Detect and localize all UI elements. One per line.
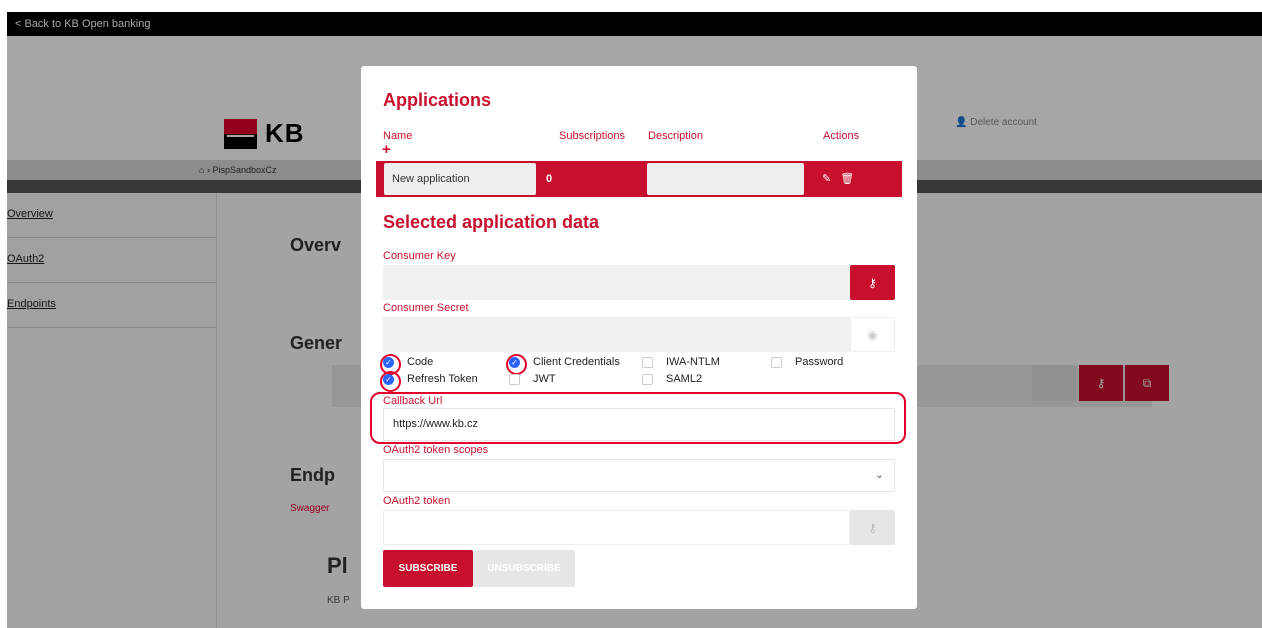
token-scopes-select[interactable]: ⌄ (383, 459, 895, 492)
modal-title: Applications (383, 90, 492, 110)
trash-icon[interactable]: 🗑 (840, 173, 854, 185)
show-secret-button[interactable]: ◉ (850, 317, 895, 352)
column-subscriptions: Subscriptions (559, 130, 626, 142)
subscribe-button[interactable]: SUBSCRIBE (383, 550, 473, 587)
consumer-secret-label: Consumer Secret (383, 302, 469, 314)
grant-code-checkbox[interactable]: ✓ Code (380, 353, 433, 375)
oauth2-token-label: OAuth2 token (383, 495, 451, 507)
checkbox-icon (642, 373, 653, 385)
checkbox-icon (509, 373, 520, 385)
consumer-key-label: Consumer Key (383, 250, 456, 262)
grant-client-credentials-checkbox[interactable]: ✓ Client Credentials (506, 353, 620, 375)
add-application-icon[interactable]: + (382, 142, 391, 158)
checkbox-checked-icon: ✓ (380, 370, 401, 392)
key-icon: ⚷ (868, 275, 877, 290)
app-name-input[interactable]: New application (384, 163, 536, 195)
checkbox-checked-icon: ✓ (380, 353, 401, 375)
app-description-input[interactable] (647, 163, 804, 195)
consumer-key-field[interactable] (383, 265, 850, 300)
applications-modal: Applications Name Subscriptions Descript… (361, 66, 917, 609)
checkbox-icon (771, 356, 782, 368)
token-scopes-label: OAuth2 token scopes (383, 444, 489, 456)
grant-jwt-checkbox[interactable]: JWT (509, 373, 556, 385)
oauth2-token-field[interactable] (383, 510, 850, 545)
selected-app-title: Selected application data (383, 212, 600, 232)
chevron-down-icon: ⌄ (874, 469, 884, 481)
grant-refresh-token-checkbox[interactable]: ✓ Refresh Token (380, 370, 478, 392)
token-key-button[interactable]: ⚷ (850, 510, 895, 545)
eye-icon: ◉ (867, 327, 878, 342)
key-icon: ⚷ (868, 520, 877, 535)
checkbox-icon (642, 356, 653, 368)
grant-password-checkbox[interactable]: Password (771, 356, 843, 368)
grant-saml2-checkbox[interactable]: SAML2 (642, 373, 702, 385)
app-subscriptions-count: 0 (546, 173, 553, 185)
callback-url-label: Callback Url (383, 395, 443, 407)
unsubscribe-button[interactable]: UNSUBSCRIBE (473, 550, 575, 587)
key-button[interactable]: ⚷ (850, 265, 895, 300)
callback-url-input[interactable]: https://www.kb.cz (383, 408, 895, 441)
grant-iwa-ntlm-checkbox[interactable]: IWA-NTLM (642, 356, 720, 368)
consumer-secret-field[interactable] (383, 317, 850, 352)
table-row[interactable]: New application 0 ✎ 🗑 (376, 161, 902, 197)
column-actions: Actions (823, 130, 860, 142)
checkbox-checked-icon: ✓ (506, 353, 527, 375)
column-description: Description (648, 130, 704, 142)
edit-icon[interactable]: ✎ (822, 173, 831, 185)
